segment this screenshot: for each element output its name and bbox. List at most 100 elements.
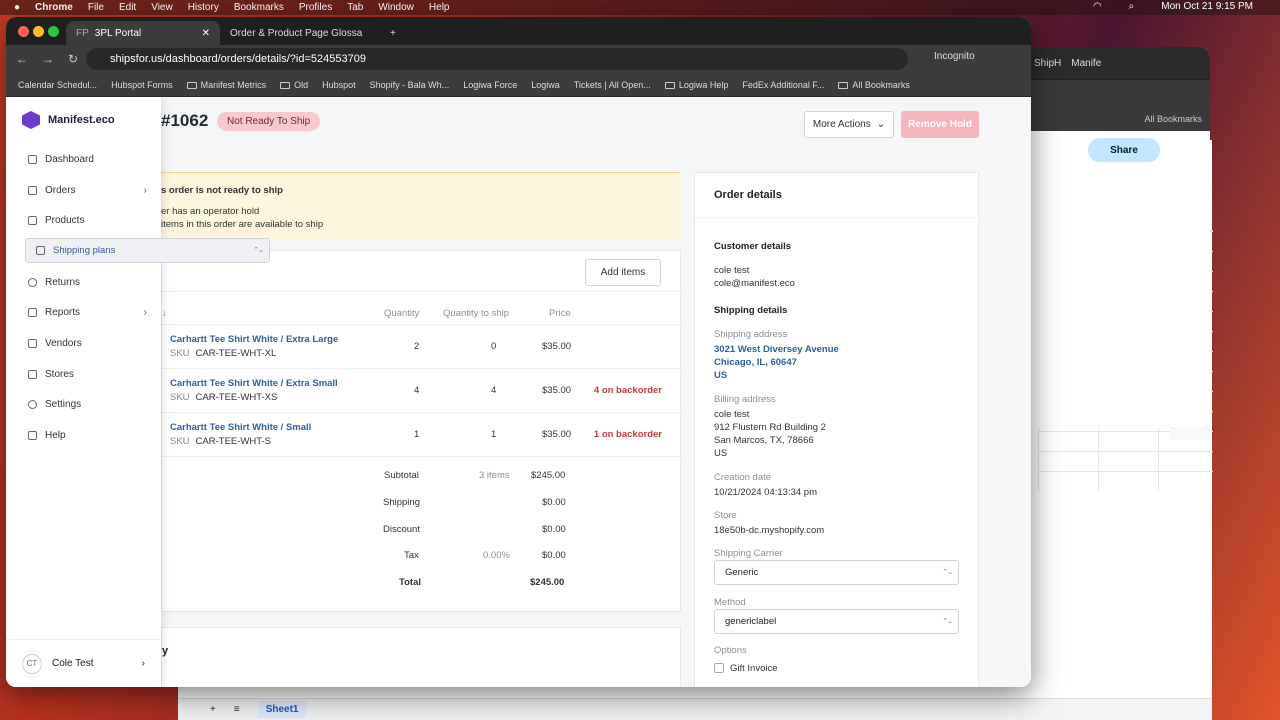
zoom-window-button[interactable]	[48, 26, 59, 37]
all-sheets-icon[interactable]: ≡	[234, 704, 240, 715]
help-icon	[28, 430, 37, 440]
product-link[interactable]: Carhartt Tee Shirt White / Extra Large	[170, 334, 338, 345]
discount-value: $0.00	[542, 524, 566, 535]
bookmark-item[interactable]: Hubspot Forms	[111, 80, 173, 90]
menu-bookmarks[interactable]: Bookmarks	[234, 2, 284, 13]
tab-strip: FP 3PL Portal ✕ Order & Product Page Glo…	[6, 17, 1031, 45]
shipping-address-line[interactable]: Chicago, IL, 60647	[714, 356, 797, 369]
tab-glossary[interactable]: Order & Product Page Glossa	[220, 21, 380, 45]
backorder-text: 1 on backorder	[593, 429, 662, 440]
return-icon	[28, 277, 37, 287]
bg-tab-1[interactable]: ShipH	[1034, 58, 1061, 69]
gift-invoice-checkbox[interactable]	[714, 663, 724, 673]
bookmark-item[interactable]: Hubspot	[322, 80, 356, 90]
sidebar-item-products[interactable]: Products	[18, 207, 157, 233]
menu-history[interactable]: History	[188, 2, 219, 13]
billing-address-label: Billing address	[714, 394, 776, 405]
chevron-right-icon: ›	[141, 658, 145, 669]
product-link[interactable]: Carhartt Tee Shirt White / Extra Small	[170, 378, 338, 389]
menu-view[interactable]: View	[151, 2, 173, 13]
backorder-text: 4 on backorder	[593, 385, 662, 396]
menu-window[interactable]: Window	[378, 2, 414, 13]
bookmark-item[interactable]: Old	[280, 80, 308, 90]
warning-banner: s order is not ready to ship er has an o…	[161, 172, 681, 240]
bookmark-item[interactable]: FedEx Additional F...	[742, 80, 824, 90]
incognito-label[interactable]: Incognito	[934, 51, 975, 62]
sidebar-item-returns[interactable]: Returns	[18, 269, 157, 295]
shipping-address-label: Shipping address	[714, 329, 788, 340]
share-button[interactable]: Share	[1088, 138, 1160, 162]
user-menu[interactable]: CT Cole Test ›	[6, 639, 161, 687]
bookmark-item[interactable]: Manifest Metrics	[186, 80, 266, 90]
order-details-card: Order details Customer details cole test…	[694, 172, 980, 687]
sidebar-item-reports[interactable]: Reports ›	[18, 299, 157, 325]
qty-to-ship: 4	[491, 385, 497, 396]
minimize-window-button[interactable]	[33, 26, 44, 37]
sidebar-item-orders[interactable]: Orders ›	[18, 177, 157, 203]
reload-icon[interactable]: ↻	[68, 52, 78, 66]
method-select[interactable]: genericlabel	[714, 609, 959, 634]
search-icon[interactable]: ⌕	[1129, 1, 1135, 12]
sort-icon[interactable]: ↓	[162, 308, 167, 319]
shipping-address-line[interactable]: 3021 West Diversey Avenue	[714, 343, 839, 356]
tab-3pl-portal[interactable]: FP 3PL Portal ✕	[66, 21, 220, 45]
table-row: Carhartt Tee Shirt White / Small SKU CAR-…	[162, 412, 682, 456]
options-label: Options	[714, 645, 747, 656]
bookmark-item[interactable]: Calendar Schedul...	[18, 80, 97, 90]
remove-hold-button[interactable]: Remove Hold	[901, 111, 979, 138]
brand[interactable]: Manifest.eco	[22, 111, 115, 129]
datetime[interactable]: Mon Oct 21 9:15 PM	[1161, 1, 1253, 12]
bg-tab-2[interactable]: Manife	[1071, 58, 1101, 69]
bookmark-item[interactable]: Logiwa	[531, 80, 560, 90]
all-bookmarks[interactable]: All Bookmarks	[838, 80, 910, 90]
sidebar-item-vendors[interactable]: Vendors	[18, 330, 157, 356]
sheet-tab[interactable]: Sheet1	[257, 701, 307, 718]
url-input[interactable]: shipsfor.us/dashboard/orders/details/?id…	[86, 48, 908, 70]
sidebar-item-dashboard[interactable]: Dashboard	[18, 146, 157, 172]
carrier-select[interactable]: Generic	[714, 560, 959, 585]
table-row: Carhartt Tee Shirt White / Extra Large S…	[162, 324, 682, 368]
forward-icon[interactable]: →	[42, 52, 54, 66]
tab-label: 3PL Portal	[94, 27, 142, 39]
chevron-down-icon: ⌄	[876, 119, 886, 130]
new-tab-button[interactable]: +	[380, 21, 406, 45]
shipping-value: $0.00	[542, 497, 566, 508]
warning-line: er has an operator hold	[161, 206, 260, 217]
browser-window: FP 3PL Portal ✕ Order & Product Page Glo…	[6, 17, 1031, 687]
add-sheet-icon[interactable]: +	[210, 704, 216, 715]
product-sku: SKU CAR-TEE-WHT-XS	[170, 392, 278, 403]
items-card: Add items ↓ Quantity Quantity to ship Pr…	[161, 250, 682, 612]
close-tab-icon[interactable]: ✕	[202, 28, 210, 39]
sheet-tab-bar: + ≡ Sheet1	[178, 698, 1212, 720]
sidebar-item-stores[interactable]: Stores	[18, 361, 157, 387]
sidebar-item-settings[interactable]: Settings	[18, 391, 157, 417]
menu-edit[interactable]: Edit	[119, 2, 136, 13]
col-quantity-to-ship: Quantity to ship	[443, 308, 510, 319]
gift-invoice-label[interactable]: Gift Invoice	[730, 662, 778, 675]
bg-all-bookmarks[interactable]: All Bookmarks	[1144, 114, 1202, 124]
shipping-address-line[interactable]: US	[714, 369, 727, 382]
bookmark-item[interactable]: Logiwa Force	[463, 80, 517, 90]
menu-profiles[interactable]: Profiles	[299, 2, 332, 13]
close-window-button[interactable]	[18, 26, 29, 37]
product-link[interactable]: Carhartt Tee Shirt White / Small	[170, 422, 311, 433]
more-actions-button[interactable]: More Actions ⌄	[804, 111, 894, 138]
apple-icon[interactable]: ●	[14, 2, 20, 13]
status-badge: Not Ready To Ship	[217, 112, 321, 131]
add-items-button[interactable]: Add items	[585, 259, 661, 286]
bookmark-item[interactable]: Tickets | All Open...	[574, 80, 651, 90]
sidebar-item-help[interactable]: Help	[18, 422, 157, 448]
menu-app[interactable]: Chrome	[35, 2, 73, 13]
sidebar-item-shipping-plans[interactable]: Shipping plans	[25, 238, 270, 263]
wifi-icon[interactable]: ◠	[1093, 1, 1102, 12]
qty: 4	[414, 385, 420, 396]
order-number: #1062	[161, 111, 209, 130]
product-sku: SKU CAR-TEE-WHT-XL	[170, 348, 277, 359]
sidebar: Manifest.eco Dashboard Orders › Products …	[6, 97, 270, 687]
menu-file[interactable]: File	[88, 2, 104, 13]
menu-help[interactable]: Help	[429, 2, 450, 13]
bookmark-item[interactable]: Logiwa Help	[664, 80, 728, 90]
bookmark-item[interactable]: Shopify - Bala Wh...	[370, 80, 450, 90]
back-icon[interactable]: ←	[16, 52, 28, 66]
menu-tab[interactable]: Tab	[347, 2, 363, 13]
